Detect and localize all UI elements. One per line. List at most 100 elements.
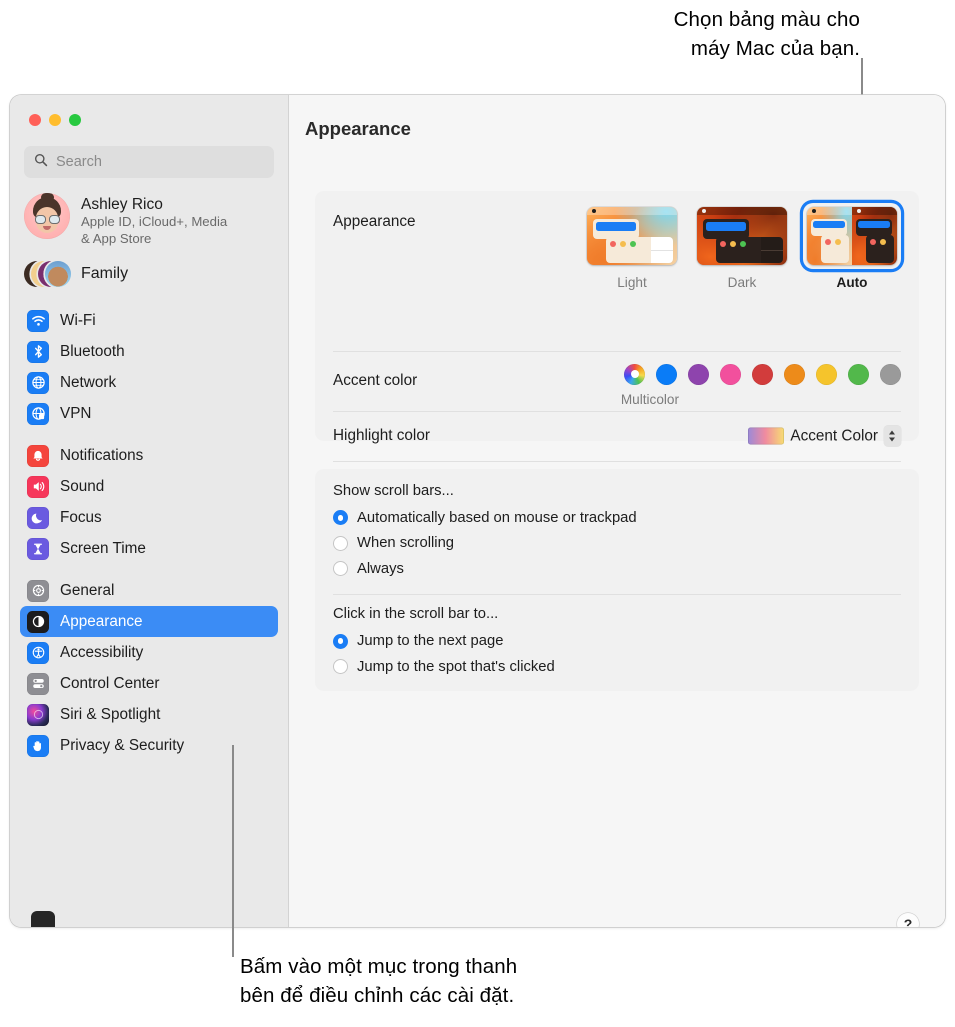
scrollbar-settings-panel: Show scroll bars... Automatically based … <box>315 469 919 691</box>
sidebar-item-vpn[interactable]: VPN <box>20 398 278 429</box>
sidebar-item-label: Notifications <box>60 447 143 465</box>
hand-icon <box>27 735 49 757</box>
sidebar-item-partial-icon[interactable] <box>31 911 55 927</box>
radio-button[interactable] <box>333 536 348 551</box>
radio-button[interactable] <box>333 659 348 674</box>
accent-swatch-graphite[interactable] <box>880 364 901 385</box>
control-center-icon <box>27 673 49 695</box>
theme-option-dark[interactable]: Dark <box>693 203 791 290</box>
callout-top-line1: Chọn bảng màu cho <box>674 5 860 34</box>
callout-bottom-line1: Bấm vào một mục trong thanh <box>240 952 517 981</box>
sidebar-item-label: Bluetooth <box>60 343 125 361</box>
theme-option-light[interactable]: Light <box>583 203 681 290</box>
sidebar-item-label: Screen Time <box>60 540 146 558</box>
page-title: Appearance <box>305 118 411 140</box>
search-field[interactable]: Search <box>24 146 274 178</box>
accessibility-icon <box>27 642 49 664</box>
sidebar-item-control-center[interactable]: Control Center <box>20 668 278 699</box>
radio-label: When scrolling <box>357 535 454 551</box>
radio-click-spot-clicked[interactable]: Jump to the spot that's clicked <box>315 654 919 680</box>
sidebar-item-family[interactable]: Family <box>10 247 288 289</box>
highlight-color-popup[interactable]: Accent Color <box>748 426 901 447</box>
appearance-settings-panel: Appearance <box>315 191 919 441</box>
sidebar-item-notifications[interactable]: Notifications <box>20 440 278 471</box>
sidebar-item-appearance[interactable]: Appearance <box>20 606 278 637</box>
callout-bottom: Bấm vào một mục trong thanh bên để điều … <box>240 952 517 1010</box>
family-label: Family <box>81 265 128 283</box>
gear-icon <box>27 580 49 602</box>
sidebar-item-label: Siri & Spotlight <box>60 706 160 724</box>
sidebar-group-general: General Appearance Accessibility <box>10 575 288 761</box>
accent-color-row: Accent color Multicolor <box>315 352 919 411</box>
sidebar-item-siri-spotlight[interactable]: Siri & Spotlight <box>20 699 278 730</box>
radio-scrollbars-always[interactable]: Always <box>315 556 919 582</box>
sidebar-item-screen-time[interactable]: Screen Time <box>20 533 278 564</box>
accent-swatch-red[interactable] <box>752 364 773 385</box>
search-placeholder: Search <box>56 154 102 170</box>
minimize-button[interactable] <box>49 114 61 126</box>
sidebar-item-accessibility[interactable]: Accessibility <box>20 637 278 668</box>
appearance-row: Appearance <box>315 191 919 351</box>
sidebar: Search Ashley Rico Apple ID, iCloud+, Me… <box>10 95 289 927</box>
accent-swatch-blue[interactable] <box>656 364 677 385</box>
sidebar-item-network[interactable]: Network <box>20 367 278 398</box>
sidebar-item-label: Privacy & Security <box>60 737 184 755</box>
sidebar-item-focus[interactable]: Focus <box>20 502 278 533</box>
zoom-button[interactable] <box>69 114 81 126</box>
theme-option-auto[interactable]: Auto <box>803 203 901 290</box>
accent-swatch-multicolor[interactable] <box>624 364 645 385</box>
highlight-color-chip <box>748 428 784 445</box>
accent-swatch-pink[interactable] <box>720 364 741 385</box>
radio-label: Jump to the next page <box>357 633 503 649</box>
sidebar-group-system: Notifications Sound Focus <box>10 440 288 564</box>
moon-icon <box>27 507 49 529</box>
sidebar-item-privacy-security[interactable]: Privacy & Security <box>20 730 278 761</box>
theme-options: Light <box>583 203 901 290</box>
wifi-icon <box>27 310 49 332</box>
accent-color-label: Accent color <box>333 372 417 390</box>
radio-button[interactable] <box>333 510 348 525</box>
sidebar-item-label: Accessibility <box>60 644 143 662</box>
help-button[interactable]: ? <box>897 913 919 927</box>
avatar <box>24 193 70 239</box>
scroll-bar-click-title: Click in the scroll bar to... <box>315 606 919 622</box>
radio-scrollbars-automatic[interactable]: Automatically based on mouse or trackpad <box>315 505 919 531</box>
main-content: Appearance Appearance <box>289 95 945 927</box>
radio-label: Always <box>357 561 404 577</box>
appearance-row-label: Appearance <box>333 213 416 231</box>
callout-top-line2: máy Mac của bạn. <box>674 34 860 63</box>
accent-color-caption: Multicolor <box>621 392 679 407</box>
highlight-color-value: Accent Color <box>790 427 878 445</box>
account-row[interactable]: Ashley Rico Apple ID, iCloud+, Media & A… <box>10 178 288 247</box>
highlight-color-row: Highlight color Accent Color <box>315 412 919 461</box>
accent-swatch-yellow[interactable] <box>816 364 837 385</box>
show-scroll-bars-title: Show scroll bars... <box>315 483 919 499</box>
sidebar-item-bluetooth[interactable]: Bluetooth <box>20 336 278 367</box>
bell-icon <box>27 445 49 467</box>
callout-bottom-leader-line <box>232 745 234 957</box>
sidebar-item-label: Control Center <box>60 675 159 693</box>
sidebar-item-general[interactable]: General <box>20 575 278 606</box>
account-subtitle-line1: Apple ID, iCloud+, Media <box>81 214 227 231</box>
accent-swatch-green[interactable] <box>848 364 869 385</box>
sidebar-item-label: VPN <box>60 405 91 423</box>
family-avatars-icon <box>24 259 70 289</box>
sidebar-item-sound[interactable]: Sound <box>20 471 278 502</box>
theme-label-dark: Dark <box>693 275 791 290</box>
radio-button[interactable] <box>333 561 348 576</box>
sidebar-item-label: Wi-Fi <box>60 312 96 330</box>
radio-button[interactable] <box>333 634 348 649</box>
radio-label: Jump to the spot that's clicked <box>357 659 555 675</box>
system-settings-window: Search Ashley Rico Apple ID, iCloud+, Me… <box>10 95 945 927</box>
accent-swatch-purple[interactable] <box>688 364 709 385</box>
radio-click-next-page[interactable]: Jump to the next page <box>315 628 919 654</box>
close-button[interactable] <box>29 114 41 126</box>
sidebar-item-label: Sound <box>60 478 104 496</box>
sidebar-item-label: General <box>60 582 114 600</box>
sidebar-item-label: Focus <box>60 509 102 527</box>
sidebar-item-wi-fi[interactable]: Wi-Fi <box>20 305 278 336</box>
chevron-up-down-icon[interactable] <box>884 426 901 447</box>
radio-scrollbars-when-scrolling[interactable]: When scrolling <box>315 531 919 557</box>
accent-swatch-orange[interactable] <box>784 364 805 385</box>
callout-bottom-line2: bên để điều chỉnh các cài đặt. <box>240 981 517 1010</box>
